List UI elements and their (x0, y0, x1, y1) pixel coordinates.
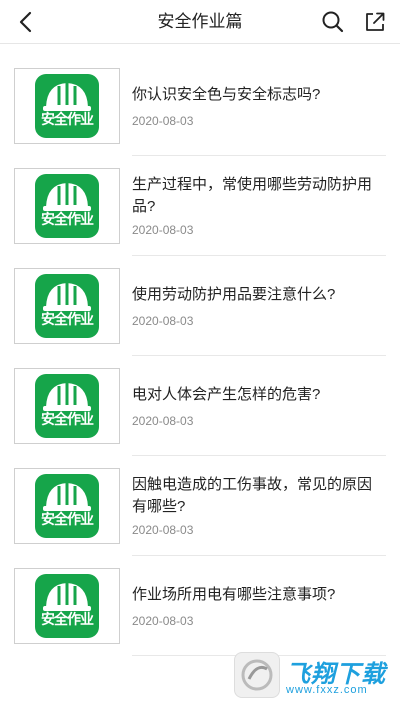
top-bar: 安全作业篇 (0, 0, 400, 44)
site-watermark: 飞翔下载 www.fxxz.com (234, 652, 394, 702)
article-title[interactable]: 你认识安全色与安全标志吗? (132, 84, 386, 106)
safety-helmet-logo: 安全作业 (35, 274, 99, 338)
article-title[interactable]: 因触电造成的工伤事故，常见的原因有哪些? (132, 474, 386, 518)
search-button[interactable] (320, 9, 346, 35)
thumbnail-label: 安全作业 (41, 612, 94, 628)
article-thumbnail: 安全作业 (14, 368, 120, 444)
safety-helmet-logo: 安全作业 (35, 574, 99, 638)
thumbnail-label: 安全作业 (41, 512, 94, 528)
watermark-url: www.fxxz.com (286, 684, 368, 696)
share-icon (366, 12, 385, 31)
article-title[interactable]: 使用劳动防护用品要注意什么? (132, 284, 386, 306)
list-item[interactable]: 安全作业 你认识安全色与安全标志吗? 2020-08-03 (0, 56, 400, 156)
watermark-logo-icon (234, 652, 280, 698)
article-date: 2020-08-03 (132, 223, 194, 237)
list-item[interactable]: 安全作业 电对人体会产生怎样的危害? 2020-08-03 (0, 356, 400, 456)
list-item[interactable]: 安全作业 作业场所用电有哪些注意事项? 2020-08-03 (0, 556, 400, 656)
safety-helmet-logo: 安全作业 (35, 374, 99, 438)
article-date: 2020-08-03 (132, 314, 194, 328)
article-thumbnail: 安全作业 (14, 568, 120, 644)
article-title[interactable]: 作业场所用电有哪些注意事项? (132, 584, 386, 606)
article-list: 安全作业 你认识安全色与安全标志吗? 2020-08-03 安全作业 生产过程中… (0, 56, 400, 656)
list-item[interactable]: 安全作业 使用劳动防护用品要注意什么? 2020-08-03 (0, 256, 400, 356)
article-thumbnail: 安全作业 (14, 268, 120, 344)
safety-helmet-logo: 安全作业 (35, 174, 99, 238)
article-thumbnail: 安全作业 (14, 168, 120, 244)
article-thumbnail: 安全作业 (14, 468, 120, 544)
search-icon (322, 11, 344, 33)
article-date: 2020-08-03 (132, 523, 194, 537)
safety-helmet-logo: 安全作业 (35, 474, 99, 538)
thumbnail-label: 安全作业 (41, 312, 94, 328)
thumbnail-label: 安全作业 (41, 412, 94, 428)
thumbnail-label: 安全作业 (41, 112, 94, 128)
article-date: 2020-08-03 (132, 614, 194, 628)
article-date: 2020-08-03 (132, 414, 194, 428)
safety-helmet-logo: 安全作业 (35, 74, 99, 138)
article-title[interactable]: 生产过程中，常使用哪些劳动防护用品? (132, 174, 386, 218)
article-thumbnail: 安全作业 (14, 68, 120, 144)
list-item[interactable]: 安全作业 生产过程中，常使用哪些劳动防护用品? 2020-08-03 (0, 156, 400, 256)
list-item[interactable]: 安全作业 因触电造成的工伤事故，常见的原因有哪些? 2020-08-03 (0, 456, 400, 556)
article-date: 2020-08-03 (132, 114, 194, 128)
share-button[interactable] (362, 9, 388, 35)
article-title[interactable]: 电对人体会产生怎样的危害? (132, 384, 386, 406)
thumbnail-label: 安全作业 (41, 212, 94, 228)
